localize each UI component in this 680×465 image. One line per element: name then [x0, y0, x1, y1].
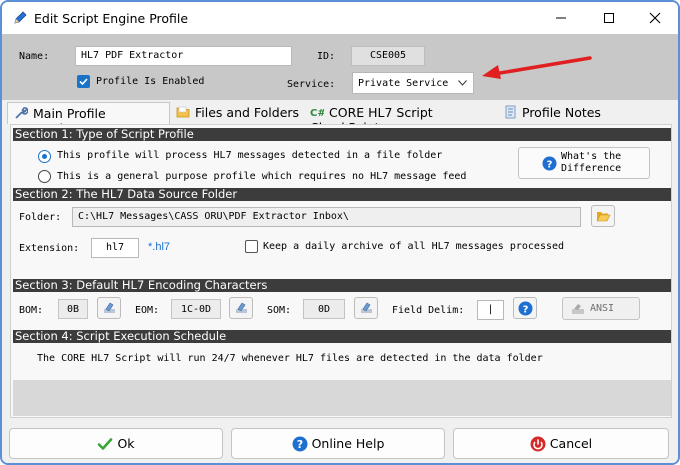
- cancel-label: Cancel: [549, 436, 593, 451]
- service-value: Private Service: [358, 78, 449, 89]
- bom-value[interactable]: 0B: [58, 299, 88, 319]
- tab-label: Files and Folders: [195, 105, 300, 120]
- svg-text:?: ?: [296, 438, 302, 451]
- pencil-icon: [14, 11, 27, 24]
- minimize-icon: [556, 17, 566, 19]
- archive-label: Keep a daily archive of all HL7 messages…: [263, 241, 565, 252]
- checkmark-icon: [79, 78, 88, 86]
- service-label: Service:: [287, 79, 336, 90]
- field-delim-help-button[interactable]: ?: [513, 297, 537, 319]
- profile-header-panel: Name: HL7 PDF Extractor ID: CSE005 Profi…: [2, 34, 678, 100]
- edit-profile-window: Edit Script Engine Profile Name: HL7 PDF…: [0, 0, 680, 465]
- red-arrow-icon: [482, 56, 592, 79]
- schedule-area: [13, 380, 671, 416]
- schedule-text: The CORE HL7 Script will run 24/7 whenev…: [37, 353, 543, 364]
- extension-input[interactable]: hl7: [91, 238, 139, 258]
- help-icon: ?: [292, 436, 308, 452]
- eom-label: EOM:: [135, 305, 160, 316]
- ansi-button[interactable]: ANSI: [562, 297, 640, 320]
- folder-label: Folder:: [19, 212, 62, 223]
- tab-strip: Main Profile Properties Files and Folder…: [2, 100, 678, 136]
- enabled-label: Profile Is Enabled: [96, 76, 205, 87]
- ok-button[interactable]: Ok: [9, 428, 223, 459]
- whats-the-difference-button[interactable]: ? What's the Difference: [518, 147, 650, 179]
- radio-general-purpose[interactable]: [38, 170, 51, 183]
- close-window-button[interactable]: [632, 2, 678, 34]
- maximize-icon: [604, 13, 614, 23]
- online-help-label: Online Help: [311, 436, 385, 451]
- id-value: CSE005: [351, 46, 425, 66]
- tab-main-profile-properties[interactable]: Main Profile Properties: [7, 102, 170, 136]
- name-label: Name:: [19, 51, 50, 62]
- minimize-button[interactable]: [538, 2, 584, 34]
- service-select[interactable]: Private Service: [352, 72, 474, 94]
- tab-label: Profile Notes: [522, 105, 601, 120]
- ok-label: Ok: [117, 436, 135, 451]
- browse-folder-button[interactable]: [591, 205, 615, 227]
- field-delim-input[interactable]: |: [477, 300, 504, 320]
- help-icon: ?: [542, 156, 557, 171]
- id-label: ID:: [317, 51, 336, 62]
- whats-label-line2: Difference: [561, 163, 622, 174]
- option-file-folder-label: This profile will process HL7 messages d…: [57, 150, 443, 161]
- bom-edit-button[interactable]: [97, 297, 121, 319]
- title-bar: Edit Script Engine Profile: [2, 2, 678, 34]
- eom-value[interactable]: 1C-0D: [171, 299, 221, 319]
- name-input[interactable]: HL7 PDF Extractor: [75, 46, 292, 66]
- enabled-checkbox[interactable]: [77, 75, 90, 88]
- close-icon: [649, 12, 661, 24]
- tab-files-and-folders[interactable]: Files and Folders: [174, 102, 302, 124]
- field-delim-label: Field Delim:: [392, 305, 465, 316]
- extension-hint: *.hl7: [148, 241, 171, 253]
- edit-icon: [236, 302, 247, 313]
- som-label: SOM:: [267, 305, 292, 316]
- folder-input[interactable]: C:\HL7 Messages\CASS ORU\PDF Extractor I…: [72, 207, 581, 227]
- ansi-icon: [572, 304, 584, 314]
- svg-text:?: ?: [523, 305, 529, 316]
- option-general-purpose-label: This is a general purpose profile which …: [57, 171, 467, 182]
- chevron-down-icon: [458, 80, 467, 86]
- ansi-label: ANSI: [590, 303, 615, 314]
- svg-text:?: ?: [547, 160, 553, 171]
- csharp-icon: C#: [310, 108, 324, 119]
- tab-profile-notes[interactable]: Profile Notes: [501, 102, 601, 124]
- main-profile-properties-panel: Section 1: Type of Script Profile This p…: [10, 124, 672, 418]
- dialog-button-bar: Ok ? Online Help Cancel: [2, 418, 678, 463]
- section2-title: Section 2: The HL7 Data Source Folder: [13, 188, 671, 201]
- whats-label-line1: What's the: [561, 151, 622, 162]
- extension-label: Extension:: [19, 243, 80, 254]
- help-icon: ?: [518, 301, 533, 316]
- open-folder-icon: [596, 212, 611, 222]
- edit-icon: [104, 302, 115, 313]
- maximize-button[interactable]: [586, 2, 632, 34]
- som-value[interactable]: 0D: [303, 299, 345, 319]
- wrench-icon: [15, 107, 28, 119]
- window-title: Edit Script Engine Profile: [34, 11, 189, 26]
- folder-icon: [176, 106, 190, 118]
- som-edit-button[interactable]: [354, 297, 378, 319]
- svg-text:C#: C#: [310, 108, 324, 119]
- section1-title: Section 1: Type of Script Profile: [13, 128, 671, 141]
- section4-title: Section 4: Script Execution Schedule: [13, 330, 671, 343]
- section3-title: Section 3: Default HL7 Encoding Characte…: [13, 279, 671, 292]
- archive-checkbox[interactable]: [245, 240, 258, 253]
- edit-icon: [361, 302, 372, 313]
- eom-edit-button[interactable]: [229, 297, 253, 319]
- radio-file-folder[interactable]: [38, 150, 51, 163]
- cancel-button[interactable]: Cancel: [453, 428, 669, 459]
- cancel-icon: [530, 436, 546, 452]
- notes-icon: [505, 105, 516, 119]
- online-help-button[interactable]: ? Online Help: [231, 428, 445, 459]
- checkmark-icon: [98, 438, 113, 450]
- bom-label: BOM:: [19, 305, 44, 316]
- tab-core-hl7-script-checkpoint[interactable]: C#CORE HL7 Script CheckPoint: [308, 102, 493, 135]
